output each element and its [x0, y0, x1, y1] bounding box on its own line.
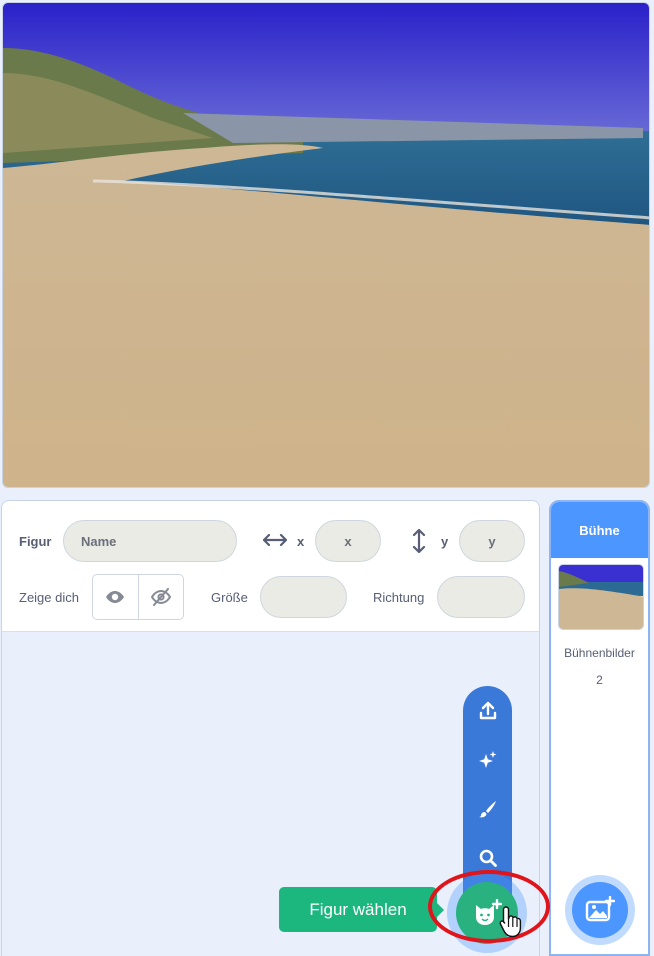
paint-sprite-button[interactable]: [463, 784, 512, 833]
eye-hidden-icon: [150, 588, 171, 606]
size-label: Größe: [211, 590, 248, 605]
hand-cursor-icon: [499, 906, 522, 938]
visibility-toggle: [92, 574, 184, 620]
eye-icon: [106, 591, 125, 603]
show-button[interactable]: [93, 575, 138, 619]
hide-button[interactable]: [137, 575, 184, 619]
vertical-arrows-icon: [412, 529, 426, 553]
direction-label: Richtung: [373, 590, 425, 605]
direction-input[interactable]: [437, 576, 525, 618]
y-label: y: [441, 534, 449, 549]
sprite-info: Figur Name x x y y Zeige dich Größe Rich…: [2, 501, 539, 632]
y-input[interactable]: y: [459, 520, 525, 562]
sprite-label: Figur: [19, 534, 52, 549]
choose-backdrop-button[interactable]: [572, 882, 628, 938]
upload-icon: [479, 701, 496, 719]
highlight-circle: [428, 870, 550, 943]
paint-icon: [478, 800, 496, 817]
image-plus-icon: [585, 896, 615, 922]
surprise-icon: [478, 750, 496, 768]
sprite-name-input[interactable]: Name: [63, 520, 237, 562]
upload-sprite-button[interactable]: [463, 686, 512, 735]
beach-backdrop: [3, 3, 649, 487]
size-input[interactable]: [260, 576, 347, 618]
horizontal-arrows-icon: [263, 533, 287, 547]
show-label: Zeige dich: [19, 590, 79, 605]
x-label: x: [297, 534, 305, 549]
sprite-menu: [463, 686, 512, 901]
stage-thumbnail: [558, 564, 644, 630]
x-input[interactable]: x: [315, 520, 381, 562]
surprise-sprite-button[interactable]: [463, 735, 512, 784]
backdrops-count: 2: [596, 673, 603, 687]
choose-sprite-tooltip: Figur wählen: [279, 887, 444, 932]
stage-canvas[interactable]: [2, 2, 650, 488]
backdrops-label: Bühnenbilder: [564, 646, 635, 660]
stage-header: Bühne: [551, 502, 648, 558]
search-icon: [479, 849, 497, 867]
